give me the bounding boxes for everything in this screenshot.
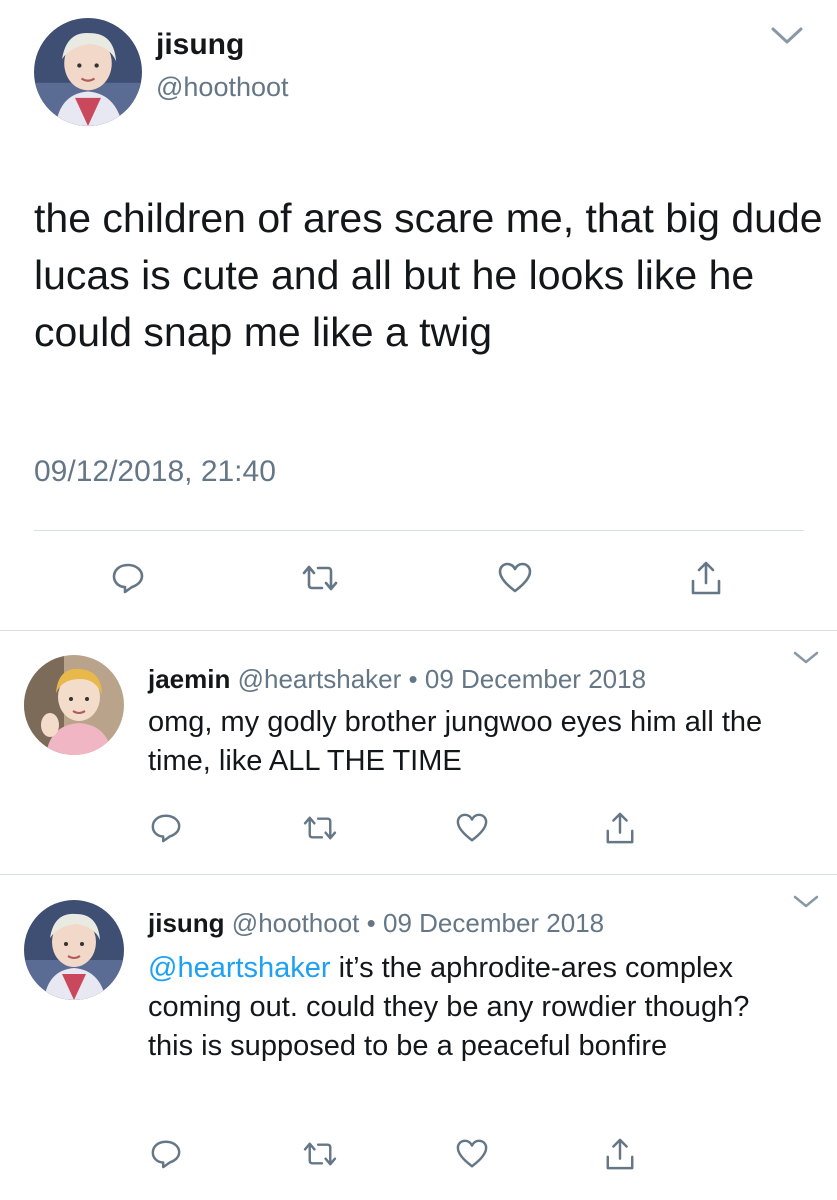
retweet-icon bbox=[302, 565, 338, 591]
retweet-icon bbox=[303, 1142, 337, 1166]
main-tweet-handle[interactable]: @hoothoot bbox=[156, 72, 289, 103]
like-button[interactable] bbox=[450, 806, 494, 850]
reply-date: 09 December 2018 bbox=[382, 908, 605, 938]
reply-text-container: @heartshaker it’s the aphrodite-ares com… bbox=[148, 949, 788, 1066]
share-icon bbox=[606, 1138, 634, 1170]
like-button[interactable] bbox=[493, 556, 537, 600]
share-button[interactable] bbox=[598, 806, 642, 850]
reply-avatar[interactable] bbox=[24, 655, 124, 755]
like-icon bbox=[456, 813, 488, 842]
avatar-jisung-image bbox=[34, 18, 142, 126]
share-button[interactable] bbox=[684, 556, 728, 600]
reply-button[interactable] bbox=[144, 1132, 188, 1176]
reply-icon bbox=[151, 814, 181, 843]
retweet-button[interactable] bbox=[298, 1132, 342, 1176]
reply-icon bbox=[151, 1140, 181, 1169]
main-tweet-display-name[interactable]: jisung bbox=[156, 28, 244, 62]
reply-button[interactable] bbox=[144, 806, 188, 850]
reply-handle[interactable]: @heartshaker bbox=[238, 664, 402, 694]
reply-header: jaemin @heartshaker • 09 December 2018 bbox=[148, 664, 646, 695]
chevron-down-icon[interactable] bbox=[792, 894, 820, 910]
share-button[interactable] bbox=[598, 1132, 642, 1176]
retweet-button[interactable] bbox=[298, 556, 342, 600]
divider bbox=[0, 630, 837, 631]
reply-button[interactable] bbox=[106, 556, 150, 600]
reply-separator: • bbox=[408, 664, 418, 694]
reply-text: omg, my godly brother jungwoo eyes him a… bbox=[148, 706, 763, 777]
main-tweet-timestamp: 09/12/2018, 21:40 bbox=[34, 455, 276, 488]
reply-date: 09 December 2018 bbox=[424, 664, 647, 694]
retweet-icon bbox=[303, 816, 337, 840]
reply-display-name[interactable]: jisung bbox=[148, 908, 225, 938]
retweet-button[interactable] bbox=[298, 806, 342, 850]
avatar-jaemin-image bbox=[24, 655, 124, 755]
like-button[interactable] bbox=[450, 1132, 494, 1176]
reply-avatar[interactable] bbox=[24, 900, 124, 1000]
chevron-down-icon[interactable] bbox=[792, 650, 820, 666]
main-tweet-text: the children of ares scare me, that big … bbox=[34, 195, 823, 355]
share-icon bbox=[606, 812, 634, 844]
share-icon bbox=[691, 561, 721, 595]
reply-mention-link[interactable]: @heartshaker bbox=[148, 952, 331, 984]
reply-display-name[interactable]: jaemin bbox=[148, 664, 230, 694]
like-icon bbox=[456, 1139, 488, 1168]
reply-icon bbox=[112, 563, 144, 594]
like-icon bbox=[498, 562, 532, 593]
divider bbox=[0, 874, 837, 875]
reply-header: jisung @hoothoot • 09 December 2018 bbox=[148, 908, 604, 939]
main-tweet-avatar[interactable] bbox=[34, 18, 142, 126]
divider bbox=[34, 530, 804, 531]
reply-separator: • bbox=[366, 908, 376, 938]
reply-handle[interactable]: @hoothoot bbox=[232, 908, 360, 938]
chevron-down-icon[interactable] bbox=[770, 26, 804, 46]
avatar-jisung-image bbox=[24, 900, 124, 1000]
